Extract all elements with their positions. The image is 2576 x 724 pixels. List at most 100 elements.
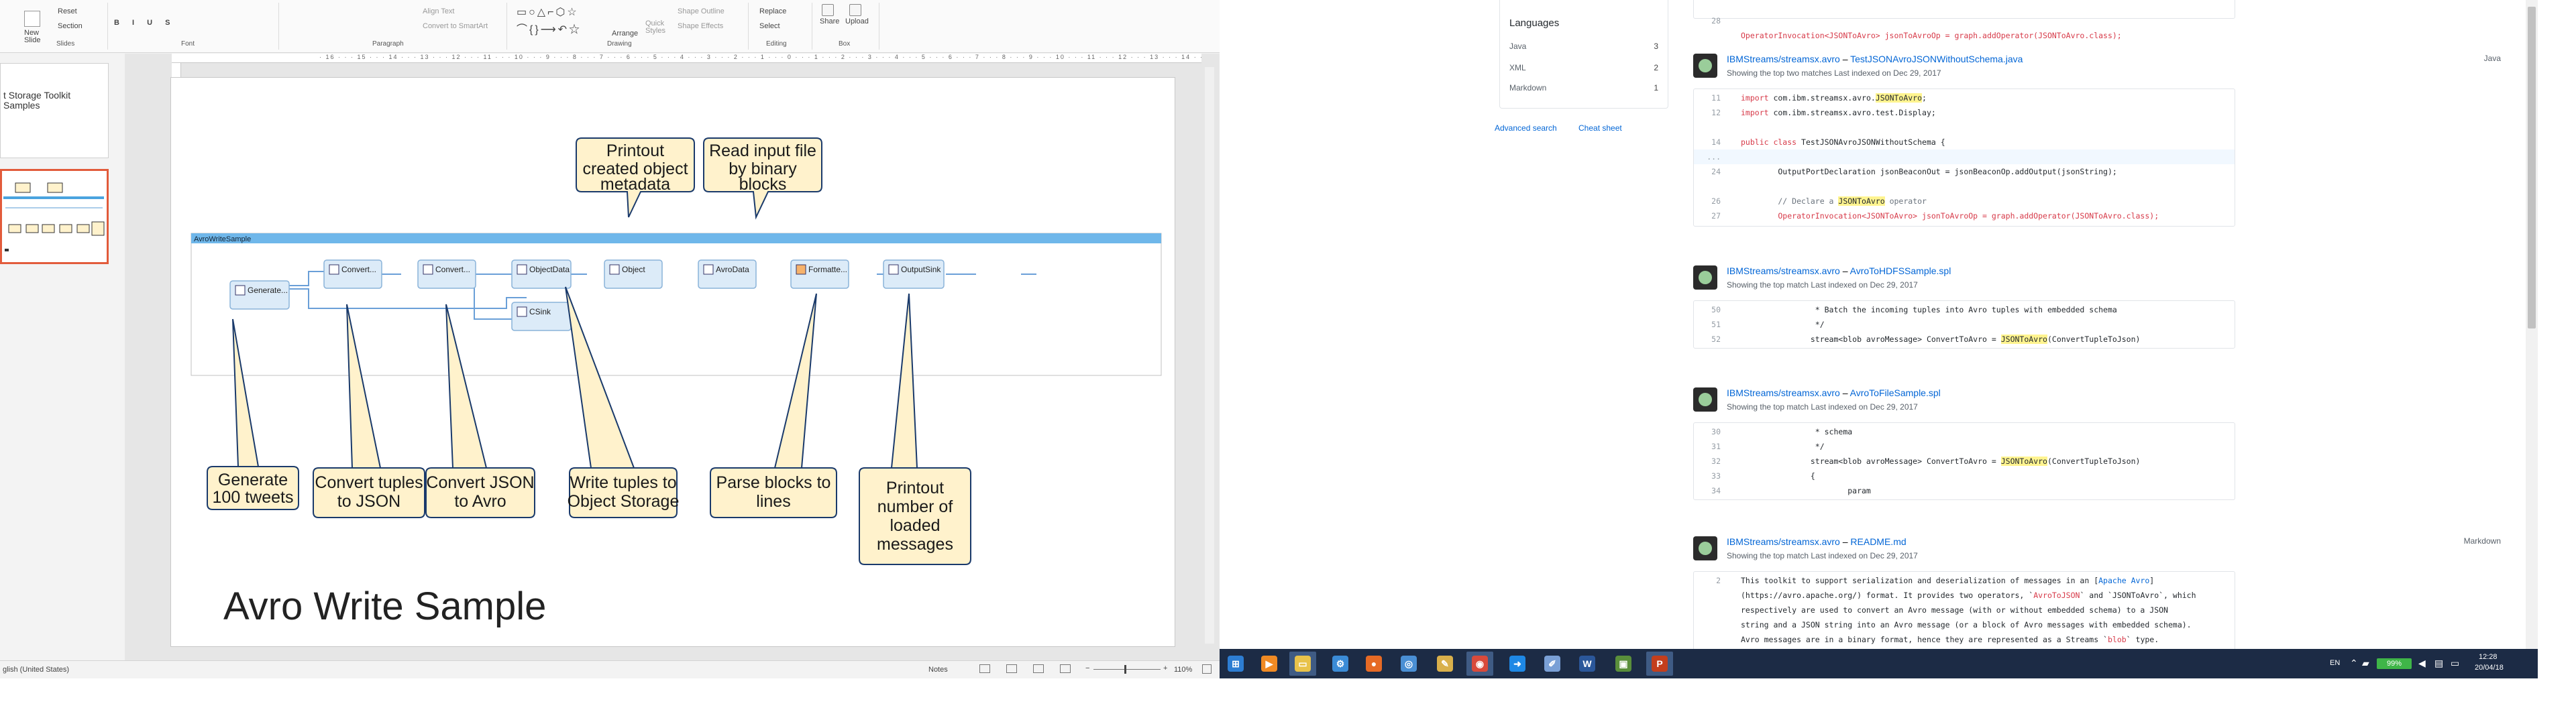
share-button[interactable]: Share — [820, 17, 839, 25]
repo-link[interactable]: IBMStreams/streamsx.avro — [1727, 54, 1840, 64]
language-indicator[interactable]: glish (United States) — [3, 666, 69, 674]
repo-avatar[interactable] — [1693, 387, 1717, 412]
taskbar-app-app[interactable]: ▣ — [1610, 652, 1637, 676]
upload-button[interactable]: Upload — [845, 17, 869, 25]
quick-styles-button[interactable]: Quick Styles — [645, 20, 665, 35]
svg-text:Generate...: Generate... — [248, 286, 288, 295]
slide-canvas[interactable]: AvroWriteSample Generate... Convert... C… — [170, 77, 1175, 647]
volume-icon[interactable]: ◀ — [2418, 658, 2426, 669]
page-scrollbar[interactable] — [2526, 0, 2538, 649]
repo-link[interactable]: IBMStreams/streamsx.avro — [1727, 265, 1840, 276]
convert-smartart-button[interactable]: Convert to SmartArt — [423, 22, 488, 30]
repo-avatar[interactable] — [1693, 265, 1717, 290]
select-button[interactable]: Select — [759, 22, 780, 30]
taskbar-app-start[interactable]: ⊞ — [1222, 652, 1249, 676]
arrange-button[interactable]: Arrange — [612, 29, 638, 38]
cheat-sheet-link[interactable]: Cheat sheet — [1578, 123, 1622, 133]
result-title[interactable]: IBMStreams/streamsx.avro – TestJSONAvroJ… — [1727, 54, 2023, 64]
zoom-out-icon[interactable]: − — [1085, 664, 1089, 672]
file-link[interactable]: README.md — [1850, 536, 1906, 547]
result-title[interactable]: IBMStreams/streamsx.avro – AvroToHDFSSam… — [1727, 265, 1951, 276]
tray-chevron-icon[interactable]: ⌃ — [2350, 658, 2358, 669]
advanced-search-link[interactable]: Advanced search — [1495, 123, 1557, 133]
notes-button[interactable]: Notes — [928, 666, 948, 674]
taskbar-app-pen[interactable]: ✐ — [1539, 652, 1566, 676]
battery-indicator[interactable]: 99% — [2377, 658, 2412, 669]
repo-avatar[interactable] — [1693, 536, 1717, 560]
slide-thumbnail-selected[interactable] — [0, 169, 109, 264]
language-filter-xml[interactable]: XML 2 — [1509, 63, 1658, 72]
reset-button[interactable]: Reset — [58, 7, 77, 15]
font-format-buttons[interactable]: B I U S — [114, 19, 175, 27]
taskbar-app-teams[interactable]: ⚙ — [1327, 652, 1354, 676]
input-language[interactable]: EN — [2330, 659, 2340, 667]
firefox-icon: ● — [1366, 656, 1382, 672]
replace-button[interactable]: Replace — [759, 7, 786, 15]
slide-graphic: AvroWriteSample Generate... Convert... C… — [191, 137, 1162, 628]
reading-view-icon[interactable] — [1033, 664, 1044, 673]
graph-header-bar — [191, 233, 1161, 243]
svg-text:Object: Object — [622, 265, 645, 274]
zoom-level[interactable]: 110% — [1174, 666, 1192, 674]
thumbnail-text: t Storage Toolkit Samples — [3, 90, 71, 111]
shape-effects-button[interactable]: Shape Effects — [678, 22, 723, 30]
section-button[interactable]: Section — [58, 22, 83, 30]
svg-text:to JSON: to JSON — [337, 492, 400, 511]
repo-link[interactable]: IBMStreams/streamsx.avro — [1727, 536, 1840, 547]
clock-date[interactable]: 20/04/18 — [2475, 664, 2504, 672]
callout-read-input: Read input file by binary blocks — [703, 137, 822, 220]
notification-icon[interactable]: ▭ — [2451, 658, 2459, 669]
tray-network-icon[interactable]: ▰ — [2362, 658, 2369, 669]
share-icon[interactable] — [822, 4, 834, 16]
repo-link[interactable]: IBMStreams/streamsx.avro — [1727, 387, 1840, 398]
taskbar-app-network[interactable]: ◎ — [1395, 652, 1422, 676]
node-convert-avro: Convert... — [417, 259, 476, 289]
result-title[interactable]: IBMStreams/streamsx.avro – AvroToFileSam… — [1727, 387, 1941, 398]
file-link[interactable]: AvroToHDFSSample.spl — [1850, 265, 1951, 276]
editor-scrollbar[interactable] — [1205, 67, 1214, 644]
taskbar-app-firefox[interactable]: ● — [1360, 652, 1387, 676]
shapes-gallery-row2[interactable]: ⌒{}⟶↶☆ — [517, 20, 582, 36]
shapes-gallery[interactable]: ▭○△⌐⬡☆ — [517, 5, 579, 19]
page-scrollbar-thumb[interactable] — [2528, 7, 2536, 328]
shape-outline-button[interactable]: Shape Outline — [678, 7, 724, 15]
taskbar-app-chrome[interactable]: ◉ — [1466, 652, 1493, 676]
taskbar-app-tool[interactable]: ✎ — [1432, 652, 1458, 676]
new-slide-button[interactable]: New Slide — [24, 29, 40, 44]
word-icon: W — [1579, 656, 1595, 672]
language-filter-markdown[interactable]: Markdown 1 — [1509, 83, 1658, 93]
slide-thumbnail[interactable]: t Storage Toolkit Samples — [0, 63, 109, 158]
code-text: OperatorInvocation<JSONToAvro> jsonToAvr… — [1741, 31, 2122, 40]
taskbar-app-explorer[interactable]: ▭ — [1289, 652, 1316, 676]
slide-sorter-icon[interactable] — [1006, 664, 1017, 673]
new-slide-icon[interactable] — [24, 11, 40, 27]
zoom-slider[interactable] — [1093, 669, 1161, 670]
taskbar-app-powerpoint[interactable]: P — [1646, 652, 1673, 676]
svg-text:number of: number of — [877, 497, 953, 516]
action-center-icon[interactable]: ▤ — [2434, 658, 2443, 669]
repo-avatar[interactable] — [1693, 54, 1717, 78]
file-link[interactable]: TestJSONAvroJSONWithoutSchema.java — [1850, 54, 2023, 64]
clock-time[interactable]: 12:28 — [2479, 653, 2498, 661]
normal-view-icon[interactable] — [979, 664, 990, 673]
ribbon-separator — [748, 3, 749, 50]
ribbon-separator — [278, 3, 279, 50]
result-title[interactable]: IBMStreams/streamsx.avro – README.md — [1727, 536, 1907, 547]
zoom-slider-thumb[interactable] — [1124, 665, 1126, 674]
taskbar-app-word[interactable]: W — [1574, 652, 1601, 676]
result-language: Markdown — [2463, 536, 2501, 546]
status-bar: glish (United States) Notes − + 110% — [0, 660, 1220, 678]
taskbar-app-arrow[interactable]: ➜ — [1504, 652, 1531, 676]
group-slides-label: Slides — [56, 40, 75, 48]
code-line: 31 */ — [1711, 442, 1825, 451]
slideshow-icon[interactable] — [1060, 664, 1071, 673]
align-text-button[interactable]: Align Text — [423, 7, 455, 15]
file-link[interactable]: AvroToFileSample.spl — [1850, 387, 1941, 398]
zoom-in-icon[interactable]: + — [1163, 664, 1167, 672]
language-filter-java[interactable]: Java 3 — [1509, 42, 1658, 51]
taskbar-app-media[interactable]: ▶ — [1256, 652, 1283, 676]
upload-icon[interactable] — [849, 4, 861, 16]
title-separator: – — [1839, 536, 1851, 547]
fit-slide-icon[interactable] — [1202, 664, 1212, 674]
